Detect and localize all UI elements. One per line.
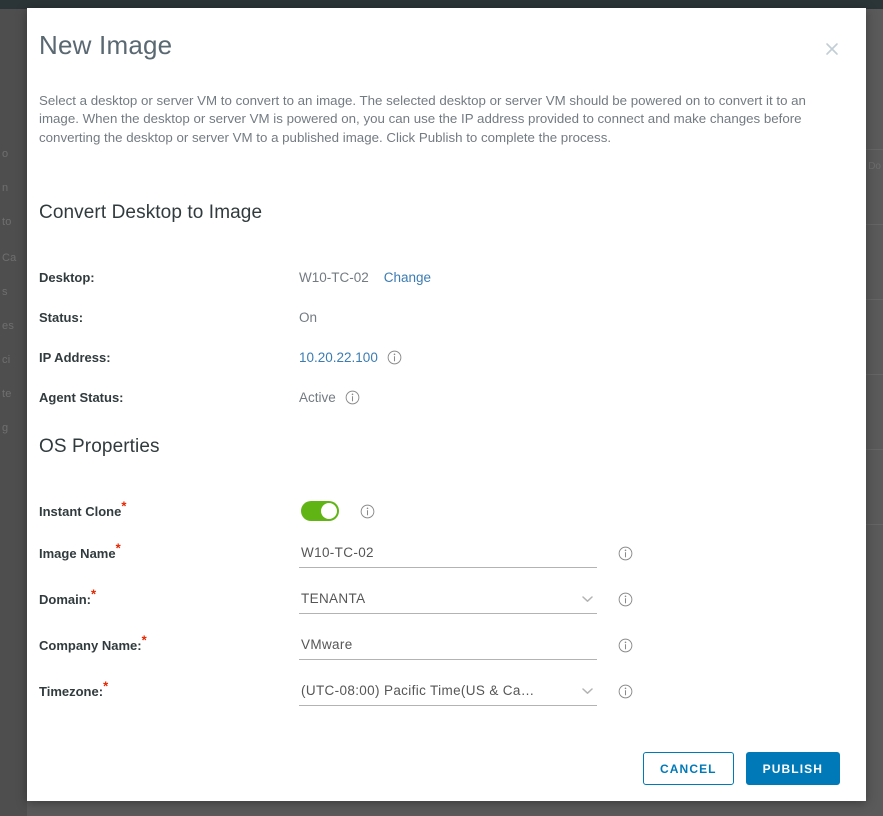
backdrop-nav-item: o	[2, 148, 9, 160]
info-icon[interactable]	[618, 684, 633, 699]
required-asterisk: *	[91, 586, 97, 602]
cancel-button[interactable]: CANCEL	[643, 752, 734, 785]
info-icon[interactable]	[618, 592, 633, 607]
form-label-domain: Domain:*	[39, 586, 97, 607]
info-icon[interactable]	[618, 638, 633, 653]
info-icon[interactable]	[345, 390, 360, 405]
info-value-status: On	[299, 309, 318, 325]
info-value-desktop: W10-TC-02 Change	[299, 270, 431, 285]
ip-address-link[interactable]: 10.20.22.100	[299, 350, 378, 365]
required-asterisk: *	[103, 678, 109, 694]
instant-clone-toggle[interactable]	[301, 501, 339, 521]
info-row-ip-address: IP Address: 10.20.22.100	[39, 347, 839, 367]
company-name-input[interactable]: VMware	[299, 630, 597, 660]
change-desktop-link[interactable]: Change	[384, 270, 431, 285]
form-row-instant-clone: Instant Clone*	[39, 496, 839, 526]
form-label-timezone: Timezone:*	[39, 678, 109, 699]
info-row-status: Status: On	[39, 307, 839, 327]
timezone-select[interactable]: (UTC-08:00) Pacific Time(US & Ca…	[299, 676, 597, 706]
instant-clone-field	[299, 496, 379, 526]
form-row-company-name: Company Name:* VMware	[39, 630, 839, 660]
required-asterisk: *	[141, 632, 147, 648]
image-name-input[interactable]: W10-TC-02	[299, 538, 597, 568]
info-icon[interactable]	[618, 546, 633, 561]
chevron-down-icon[interactable]	[581, 685, 593, 697]
info-icon[interactable]	[387, 350, 402, 365]
image-name-value: W10-TC-02	[301, 545, 374, 560]
info-icon[interactable]	[360, 504, 375, 519]
modal-description: Select a desktop or server VM to convert…	[39, 93, 806, 145]
agent-status-value: Active	[299, 389, 336, 405]
domain-value: TENANTA	[301, 591, 366, 606]
app-sidebar: o n to Ca s es ci te g	[0, 9, 27, 816]
modal-footer: CANCEL PUBLISH	[27, 743, 866, 801]
desktop-name: W10-TC-02	[299, 269, 369, 285]
backdrop-nav-item: to	[2, 216, 12, 228]
form-label-company-name: Company Name:*	[39, 632, 147, 653]
domain-select[interactable]: TENANTA	[299, 584, 597, 614]
form-row-timezone: Timezone:* (UTC-08:00) Pacific Time(US &…	[39, 676, 839, 706]
modal-body: New Image Select a desktop or server VM …	[27, 8, 866, 801]
info-label-desktop: Desktop:	[39, 269, 95, 285]
close-icon[interactable]	[820, 37, 844, 61]
form-label-image-name: Image Name*	[39, 540, 121, 561]
form-row-image-name: Image Name* W10-TC-02	[39, 538, 839, 568]
info-value-ip-address: 10.20.22.100	[299, 350, 402, 365]
new-image-modal: New Image Select a desktop or server VM …	[27, 8, 866, 801]
backdrop-nav-item: s	[2, 286, 8, 298]
modal-title: New Image	[39, 30, 173, 60]
info-value-agent-status: Active	[299, 390, 360, 405]
backdrop-nav-item: te	[2, 388, 12, 400]
section-title-os-properties: OS Properties	[39, 436, 160, 457]
backdrop-nav-item: Ca	[2, 252, 17, 264]
required-asterisk: *	[121, 498, 127, 514]
company-name-value: VMware	[301, 637, 353, 652]
section-title-convert-desktop: Convert Desktop to Image	[39, 202, 263, 223]
backdrop-nav-item: g	[2, 422, 9, 434]
backdrop-nav-item: es	[2, 320, 15, 332]
toggle-knob	[321, 503, 337, 519]
backdrop-nav-item: ci	[2, 354, 11, 366]
form-label-instant-clone: Instant Clone*	[39, 498, 127, 519]
backdrop-right-label: Do	[868, 161, 881, 172]
form-row-domain: Domain:* TENANTA	[39, 584, 839, 614]
required-asterisk: *	[115, 540, 121, 556]
info-row-agent-status: Agent Status: Active	[39, 387, 839, 407]
info-row-desktop: Desktop: W10-TC-02 Change	[39, 267, 839, 287]
info-label-status: Status:	[39, 309, 84, 325]
info-label-agent-status: Agent Status:	[39, 389, 124, 405]
timezone-value: (UTC-08:00) Pacific Time(US & Ca…	[301, 683, 535, 698]
publish-button[interactable]: PUBLISH	[745, 752, 840, 785]
backdrop-nav-item: n	[2, 182, 9, 194]
info-label-ip-address: IP Address:	[39, 349, 111, 365]
chevron-down-icon[interactable]	[581, 593, 593, 605]
